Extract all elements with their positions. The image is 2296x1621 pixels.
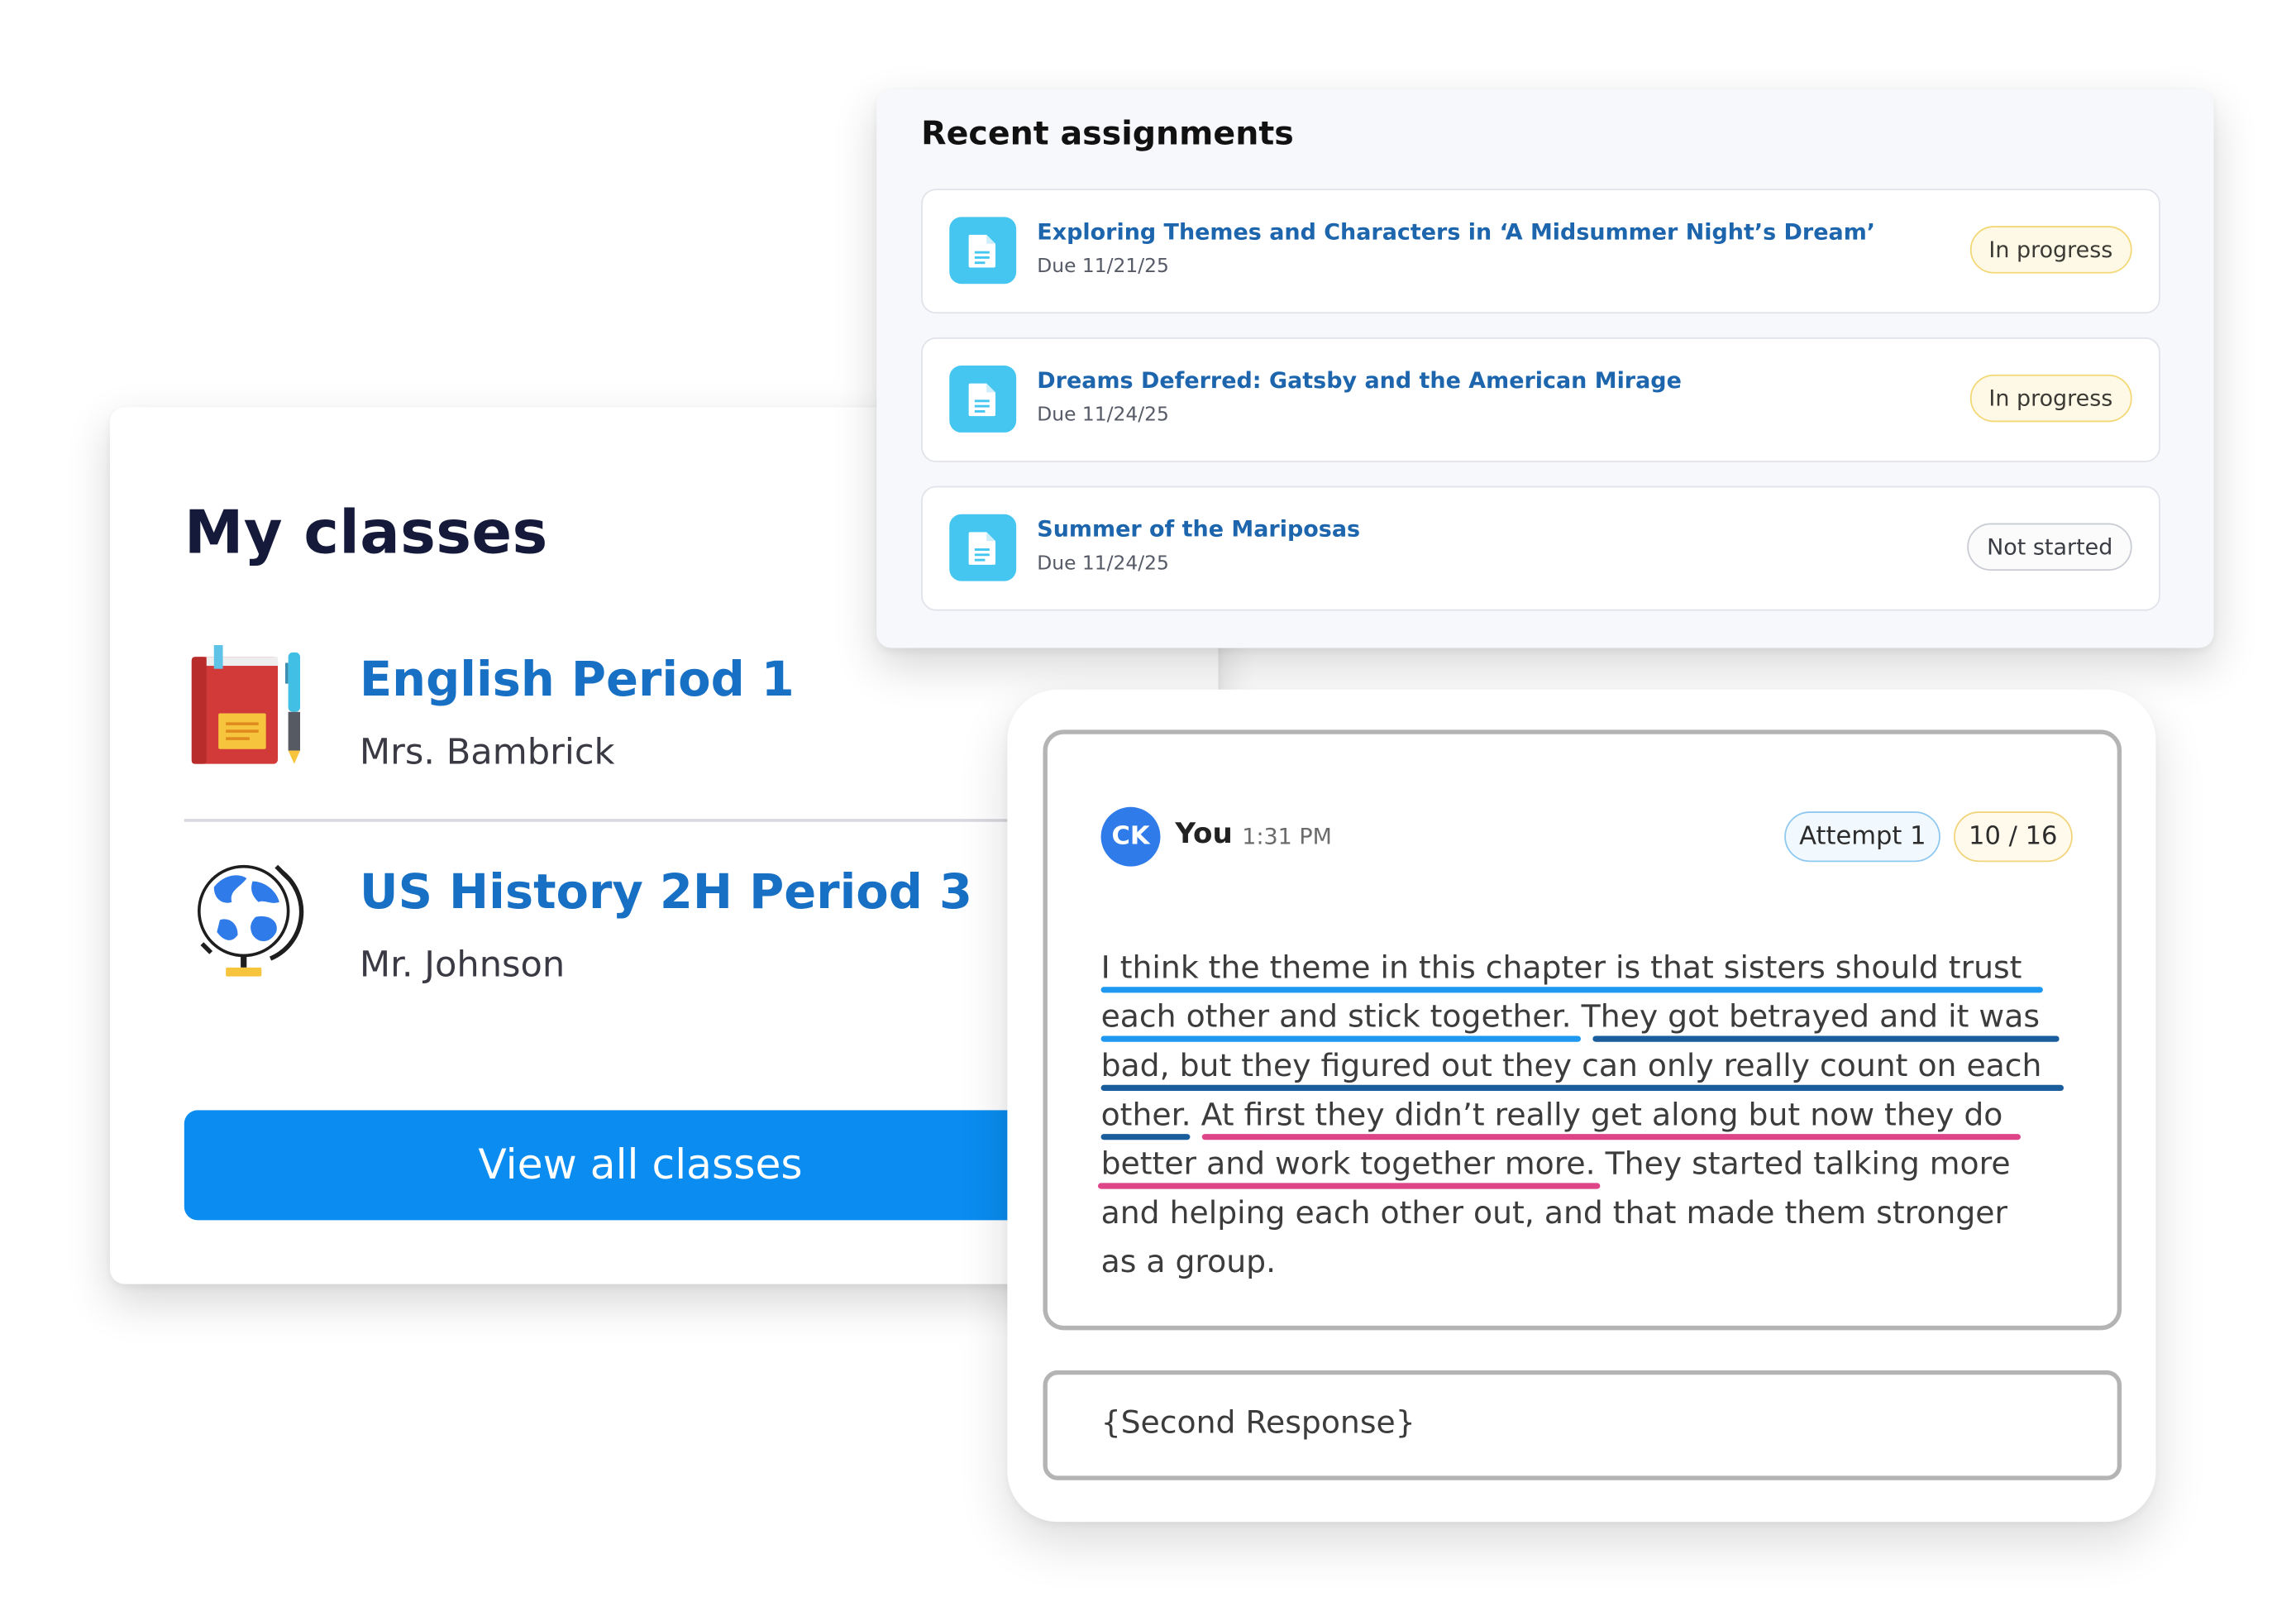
first-response-box: CK You 1:31 PM Attempt 1 10 / 16 I think… xyxy=(1043,729,2122,1331)
status-badge: In progress xyxy=(1969,374,2132,423)
response-line: and helping each other out, and that mad… xyxy=(1100,1194,2008,1231)
assignment-title[interactable]: Exploring Themes and Characters in ‘A Mi… xyxy=(1037,218,1875,245)
response-card: CK You 1:31 PM Attempt 1 10 / 16 I think… xyxy=(1007,689,2156,1523)
status-badge: In progress xyxy=(1969,226,2132,274)
second-response-placeholder: {Second Response} xyxy=(1100,1404,1415,1441)
class-name[interactable]: English Period 1 xyxy=(360,651,795,707)
my-classes-title: My classes xyxy=(184,499,548,568)
class-row-english[interactable]: English Period 1 Mrs. Bambrick xyxy=(184,644,1105,809)
attempt-badge: Attempt 1 xyxy=(1784,811,1941,863)
assignment-row[interactable]: Summer of the Mariposas Due 11/24/25 Not… xyxy=(921,485,2160,611)
recent-assignments-card: Recent assignments Exploring Themes and … xyxy=(876,88,2214,648)
avatar: CK xyxy=(1100,806,1161,867)
highlight-underline-navy xyxy=(1100,1084,2064,1091)
highlight-underline-navy xyxy=(1592,1035,2060,1042)
response-line: I think the theme in this chapter is tha… xyxy=(1100,949,2022,986)
class-row-us-history[interactable]: US History 2H Period 3 Mr. Johnson xyxy=(184,858,1105,1021)
class-teacher: Mr. Johnson xyxy=(359,944,566,986)
score-badge: 10 / 16 xyxy=(1954,811,2073,863)
assignment-title[interactable]: Summer of the Mariposas xyxy=(1037,516,1360,543)
assignment-row[interactable]: Dreams Deferred: Gatsby and the American… xyxy=(921,337,2160,462)
highlight-underline-blue xyxy=(1100,987,2043,993)
document-icon xyxy=(949,217,1017,285)
class-teacher: Mrs. Bambrick xyxy=(359,731,615,773)
globe-icon xyxy=(198,864,304,977)
status-badge: Not started xyxy=(1967,523,2132,571)
assignment-due-date: Due 11/21/25 xyxy=(1037,256,1169,279)
response-line: each other and stick together. They got … xyxy=(1100,998,2041,1035)
author-name: You xyxy=(1175,817,1233,850)
class-divider xyxy=(184,819,1105,822)
response-line: better and work together more. They star… xyxy=(1100,1145,2011,1182)
response-line: bad, but they figured out they can only … xyxy=(1100,1047,2042,1084)
book-pen-icon xyxy=(191,644,300,764)
recent-assignments-title: Recent assignments xyxy=(921,116,1294,154)
timestamp: 1:31 PM xyxy=(1242,823,1332,850)
class-name[interactable]: US History 2H Period 3 xyxy=(360,863,972,920)
highlight-underline-pink xyxy=(1097,1183,1601,1189)
highlight-underline-navy xyxy=(1100,1134,1191,1140)
assignment-due-date: Due 11/24/25 xyxy=(1037,404,1169,427)
assignment-title[interactable]: Dreams Deferred: Gatsby and the American… xyxy=(1037,367,1682,394)
response-line: other. At first they didn’t really get a… xyxy=(1100,1097,2003,1133)
second-response-box[interactable]: {Second Response} xyxy=(1043,1370,2122,1480)
document-icon xyxy=(949,514,1017,581)
view-all-classes-label: View all classes xyxy=(478,1140,803,1189)
assignment-due-date: Due 11/24/25 xyxy=(1037,552,1169,576)
response-line: as a group. xyxy=(1100,1244,1277,1280)
page: My classes English Period 1 Mrs. Bambric… xyxy=(0,0,2295,1620)
assignment-row[interactable]: Exploring Themes and Characters in ‘A Mi… xyxy=(921,189,2160,314)
highlight-underline-pink xyxy=(1201,1134,2021,1140)
document-icon xyxy=(949,366,1017,433)
highlight-underline-blue xyxy=(1100,1035,1582,1042)
